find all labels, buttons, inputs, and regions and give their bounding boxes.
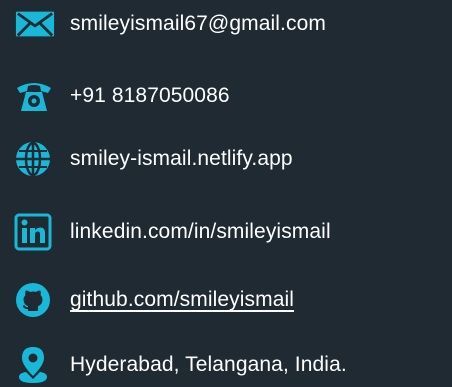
location-pin-icon [14, 347, 56, 383]
contact-linkedin[interactable]: linkedin.com/in/smileyismail [14, 212, 331, 252]
phone-text[interactable]: +91 8187050086 [70, 84, 230, 108]
globe-icon [14, 141, 56, 177]
github-icon [14, 282, 56, 318]
contact-website[interactable]: smiley-ismail.netlify.app [14, 139, 293, 179]
phone-icon [14, 78, 56, 114]
github-link[interactable]: github.com/smileyismail [70, 288, 294, 312]
contact-email[interactable]: smileyismail67@gmail.com [14, 4, 326, 44]
contact-phone[interactable]: +91 8187050086 [14, 76, 230, 116]
contact-list: smileyismail67@gmail.com +91 8187050086 [0, 0, 452, 387]
mail-icon [14, 6, 56, 42]
linkedin-text[interactable]: linkedin.com/in/smileyismail [70, 220, 331, 244]
website-text[interactable]: smiley-ismail.netlify.app [70, 147, 293, 171]
location-text: Hyderabad, Telangana, India. [70, 353, 347, 376]
email-text[interactable]: smileyismail67@gmail.com [70, 12, 326, 36]
contact-location[interactable]: Hyderabad, Telangana, India. [14, 345, 347, 385]
linkedin-icon [14, 213, 56, 251]
contact-github[interactable]: github.com/smileyismail [14, 280, 294, 320]
